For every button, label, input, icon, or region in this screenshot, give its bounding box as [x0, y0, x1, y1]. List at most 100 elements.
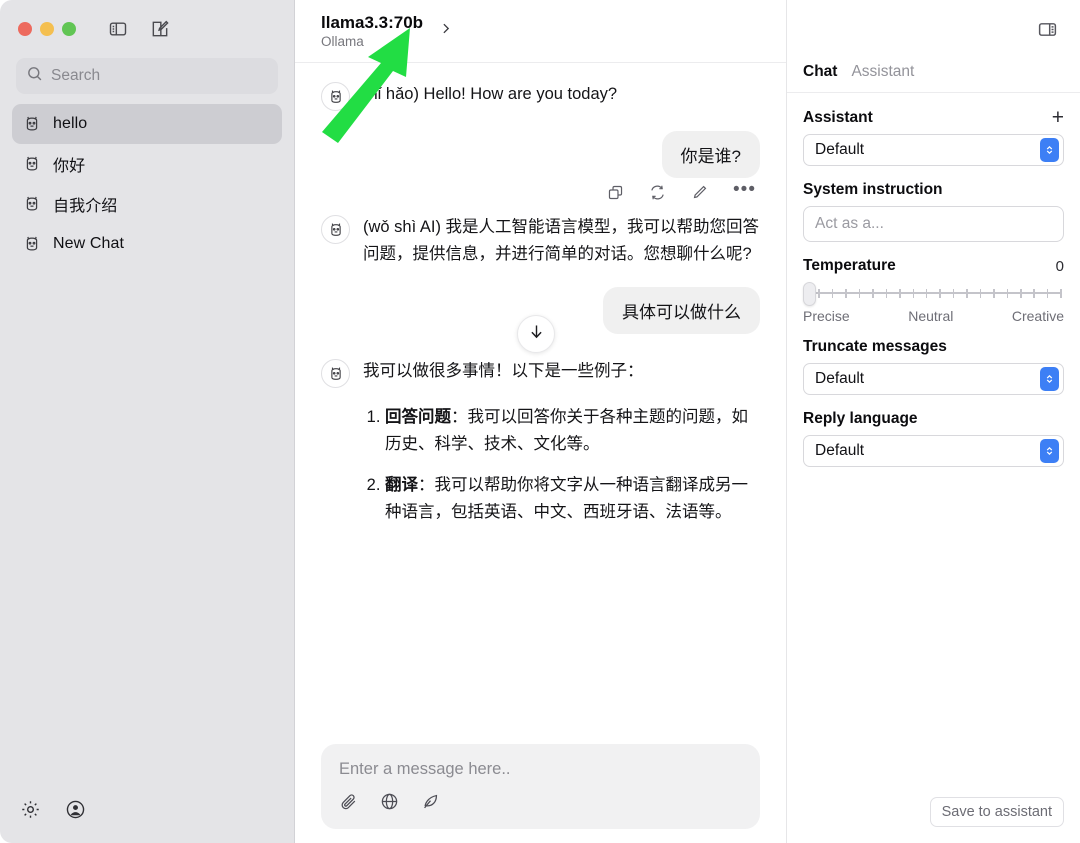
sidebar-item-ziwojieshao[interactable]: 自我介绍: [12, 184, 282, 224]
llama-icon: [22, 114, 42, 134]
message-bubble: 你是谁?: [661, 131, 760, 178]
truncate-select-value: Default: [815, 370, 865, 387]
assistant-label: Assistant: [803, 109, 873, 126]
sidebar-toolbar: [108, 19, 170, 39]
model-info: llama3.3:70b Ollama: [321, 13, 423, 50]
list-item-term: 回答问题: [385, 408, 451, 427]
composer-placeholder: Enter a message here..: [339, 760, 511, 778]
model-selector[interactable]: llama3.3:70b Ollama: [321, 13, 452, 50]
slider-legend-neutral: Neutral: [908, 308, 954, 324]
truncate-select[interactable]: Default: [803, 363, 1064, 395]
sidebar-item-label: 自我介绍: [53, 198, 118, 215]
reply-language-header: Reply language: [803, 410, 1064, 428]
system-instruction-field[interactable]: Act as a...: [803, 206, 1064, 242]
more-options-icon[interactable]: •••: [733, 180, 756, 206]
reply-language-select[interactable]: Default: [803, 435, 1064, 467]
message-composer[interactable]: Enter a message here..: [321, 744, 760, 829]
copy-icon[interactable]: [607, 184, 624, 206]
slider-legend-creative: Creative: [1011, 308, 1064, 324]
leaf-icon[interactable]: [421, 792, 440, 816]
slider-rail: [805, 292, 1062, 294]
reply-language-label: Reply language: [803, 410, 918, 427]
slider-track[interactable]: [803, 282, 1064, 306]
chevron-updown-icon: [1040, 367, 1059, 391]
assistant-select-value: Default: [815, 141, 865, 158]
right-panel-body: Assistant + Default System instruction A…: [787, 93, 1080, 797]
llama-icon: [22, 154, 42, 174]
tab-assistant[interactable]: Assistant: [851, 63, 914, 81]
close-button[interactable]: [18, 22, 32, 36]
message-bubble: 具体可以做什么: [603, 287, 760, 335]
sidebar-toggle-icon[interactable]: [108, 19, 128, 39]
composer-toolbar: [339, 792, 742, 816]
truncate-header: Truncate messages: [803, 338, 1064, 356]
save-to-assistant-button[interactable]: Save to assistant: [929, 797, 1064, 827]
list-item-body: ：我可以帮助你将文字从一种语言翻译成另一种语言，包括英语、中文、西班牙语、法语等…: [385, 475, 748, 521]
chat-panel: llama3.3:70b Ollama (nǐ hǎo) Hello! How …: [295, 0, 787, 843]
list-item: 翻译：我可以帮助你将文字从一种语言翻译成另一种语言，包括英语、中文、西班牙语、法…: [385, 472, 760, 525]
search-box[interactable]: [16, 58, 278, 94]
tab-chat[interactable]: Chat: [803, 63, 837, 81]
edit-icon[interactable]: [691, 184, 708, 206]
slider-legend-precise: Precise: [803, 308, 850, 324]
regenerate-icon[interactable]: [649, 184, 666, 206]
right-panel-tabs: Chat Assistant: [787, 63, 1080, 93]
compose-icon[interactable]: [150, 19, 170, 39]
chevron-updown-icon: [1040, 439, 1059, 463]
llama-icon: [22, 194, 42, 214]
model-provider: Ollama: [321, 34, 364, 50]
maximize-button[interactable]: [62, 22, 76, 36]
settings-panel: Chat Assistant Assistant + Default Syste…: [787, 0, 1080, 843]
assistant-select[interactable]: Default: [803, 134, 1064, 166]
message-text: (nǐ hǎo) Hello! How are you today?: [363, 85, 618, 103]
sidebar-item-hello[interactable]: hello: [12, 104, 282, 144]
temperature-value: 0: [1055, 257, 1064, 275]
right-panel-footer: Save to assistant: [787, 797, 1080, 843]
attachment-icon[interactable]: [339, 792, 358, 816]
right-sidebar-toggle-icon[interactable]: [1037, 19, 1058, 45]
app-window: hello 你好: [0, 0, 1080, 843]
sidebar-item-label: 你好: [53, 158, 86, 175]
sidebar-footer: [0, 781, 294, 843]
temperature-header: Temperature 0: [803, 257, 1064, 275]
assistant-message: (wǒ shì AI) 我是人工智能语言模型，我可以帮助您回答问题，提供信息，并…: [321, 214, 760, 267]
globe-icon[interactable]: [380, 792, 399, 816]
avatar: [321, 215, 350, 244]
sidebar-item-new-chat[interactable]: New Chat: [12, 224, 282, 264]
window-controls: [0, 0, 294, 58]
message-text: (wǒ shì AI) 我是人工智能语言模型，我可以帮助您回答问题，提供信息，并…: [363, 218, 760, 263]
message-list: (nǐ hǎo) Hello! How are you today? 你是谁?: [295, 63, 786, 734]
search-icon: [26, 65, 43, 87]
assistant-message: 我可以做很多事情！以下是一些例子：: [321, 358, 760, 389]
reply-language-select-value: Default: [815, 442, 865, 459]
assistant-section-header: Assistant +: [803, 107, 1064, 128]
gear-icon[interactable]: [20, 799, 41, 825]
search-section: [0, 58, 294, 104]
account-icon[interactable]: [65, 799, 86, 825]
slider-legend: Precise Neutral Creative: [803, 308, 1064, 324]
sidebar-item-label: hello: [53, 115, 88, 132]
sidebar-item-nihao[interactable]: 你好: [12, 144, 282, 184]
minimize-button[interactable]: [40, 22, 54, 36]
message-actions: •••: [321, 180, 760, 206]
chevron-right-icon[interactable]: [439, 22, 452, 40]
message-text: 我可以做很多事情！以下是一些例子：: [363, 362, 644, 381]
truncate-label: Truncate messages: [803, 338, 947, 355]
slider-knob[interactable]: [803, 282, 816, 306]
search-input[interactable]: [51, 67, 268, 85]
temperature-slider[interactable]: Precise Neutral Creative: [803, 282, 1064, 324]
right-panel-header: [787, 0, 1080, 63]
assistant-message: (nǐ hǎo) Hello! How are you today?: [321, 81, 760, 111]
system-instruction-placeholder: Act as a...: [815, 215, 884, 232]
system-instruction-label: System instruction: [803, 181, 943, 198]
system-instruction-header: System instruction: [803, 181, 1064, 199]
plus-icon[interactable]: +: [1052, 107, 1064, 128]
sidebar: hello 你好: [0, 0, 295, 843]
chat-list: hello 你好 自我介绍 New Chat: [0, 104, 294, 781]
list-item: 回答问题：我可以回答你关于各种主题的问题，如历史、科学、技术、文化等。: [385, 404, 760, 457]
list-item-term: 翻译: [385, 475, 418, 494]
temperature-label: Temperature: [803, 257, 896, 274]
reply-list: 回答问题：我可以回答你关于各种主题的问题，如历史、科学、技术、文化等。 翻译：我…: [365, 404, 760, 525]
model-name: llama3.3:70b: [321, 12, 424, 32]
scroll-to-bottom-button[interactable]: [517, 315, 555, 353]
